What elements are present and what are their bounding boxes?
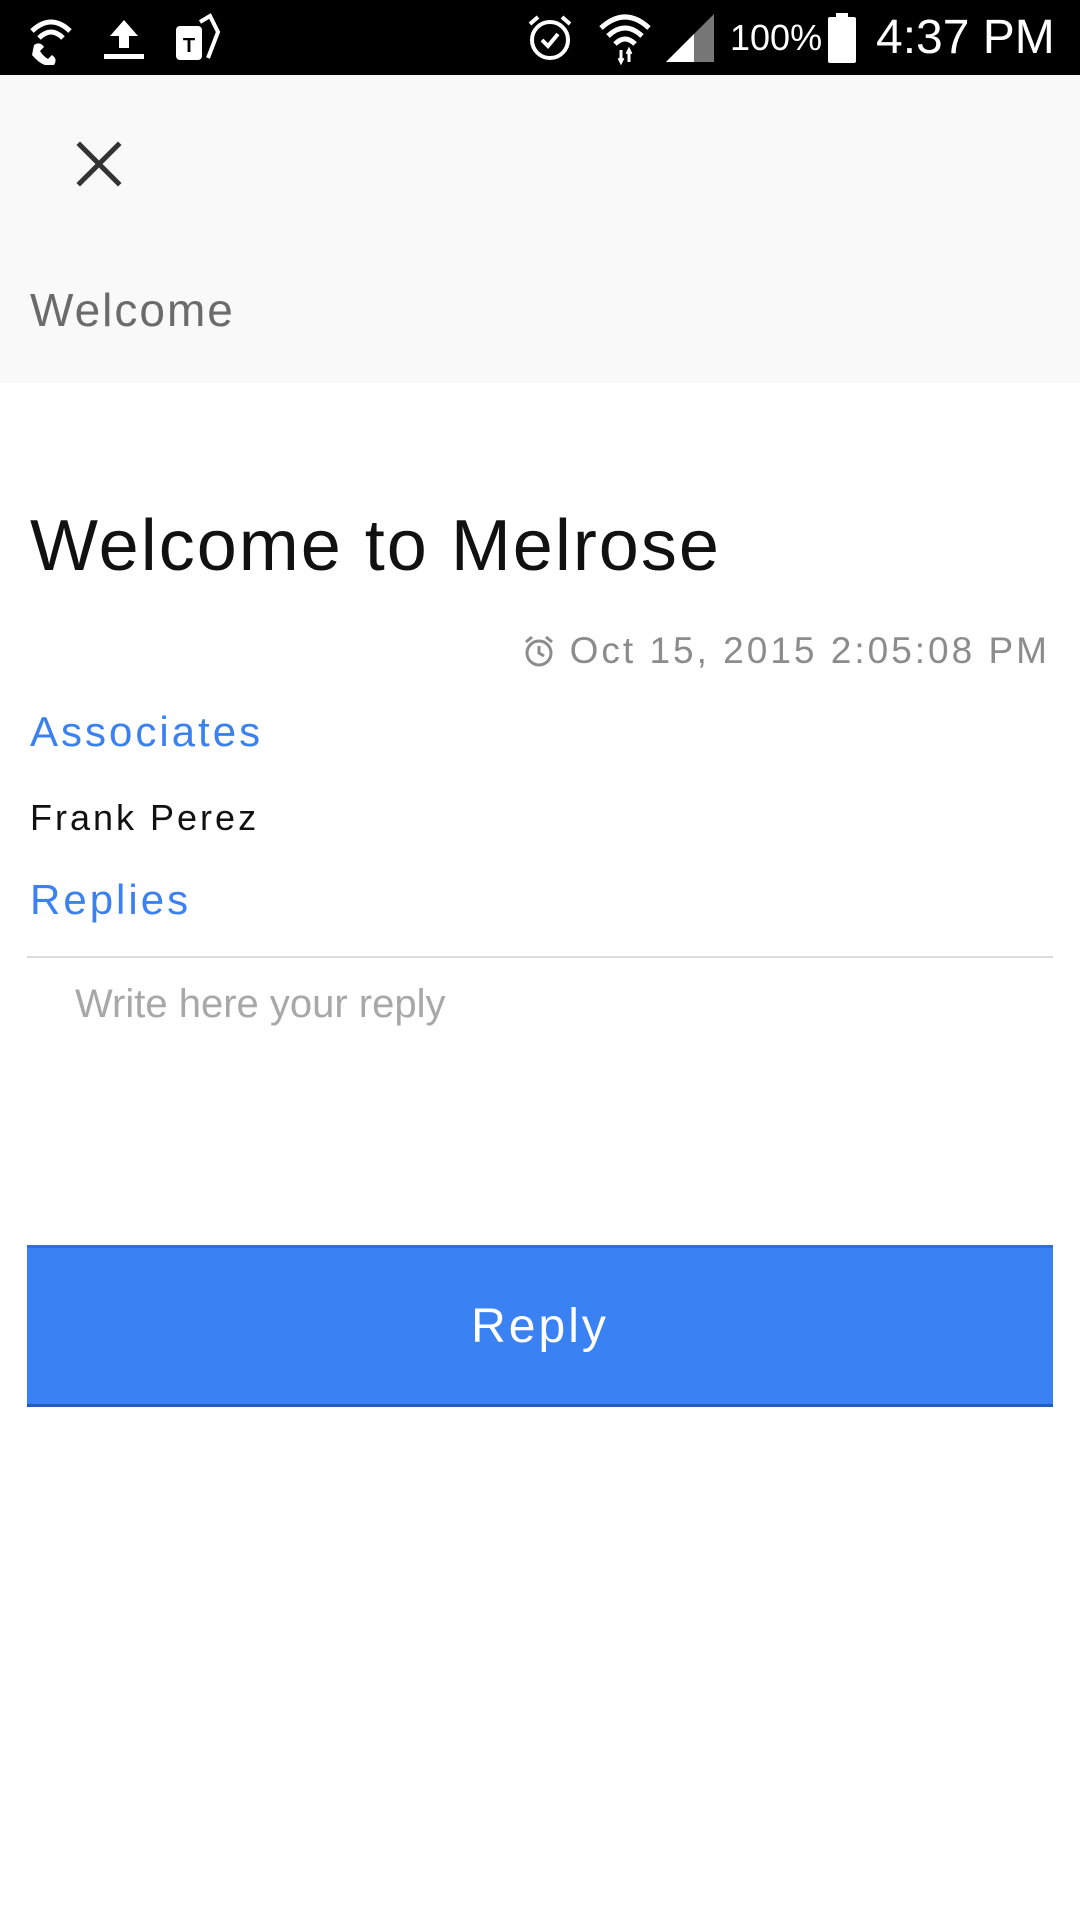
timestamp-text: Oct 15, 2015 2:05:08 PM (569, 630, 1050, 671)
divider (27, 956, 1053, 958)
reply-button[interactable]: Reply (27, 1245, 1053, 1407)
signal-icon (662, 10, 718, 65)
clock: 4:37 PM (876, 11, 1055, 64)
alarm-clock-icon (524, 635, 553, 667)
associate-name: Frank Perez (30, 797, 260, 838)
page-title: Welcome (30, 284, 235, 336)
upload-icon (98, 10, 150, 65)
replies-label: Replies (30, 876, 192, 923)
reply-input[interactable] (27, 960, 1053, 1240)
battery-percent: 100% (730, 16, 823, 58)
battery-icon (826, 10, 858, 65)
close-button[interactable] (64, 129, 134, 199)
wifi-icon (596, 10, 654, 65)
message-timestamp: Oct 15, 2015 2:05:08 PM (522, 628, 1050, 674)
alarm-icon (522, 10, 578, 65)
tmobile-icon: T (168, 10, 224, 65)
wifi-calling-icon (22, 10, 80, 65)
app-header: Welcome (0, 75, 1080, 383)
svg-text:T: T (183, 35, 195, 57)
message-title: Welcome to Melrose (30, 506, 721, 586)
associates-label: Associates (30, 708, 264, 755)
close-icon (76, 141, 122, 187)
status-bar: T 100% 4:37 PM (0, 0, 1080, 75)
